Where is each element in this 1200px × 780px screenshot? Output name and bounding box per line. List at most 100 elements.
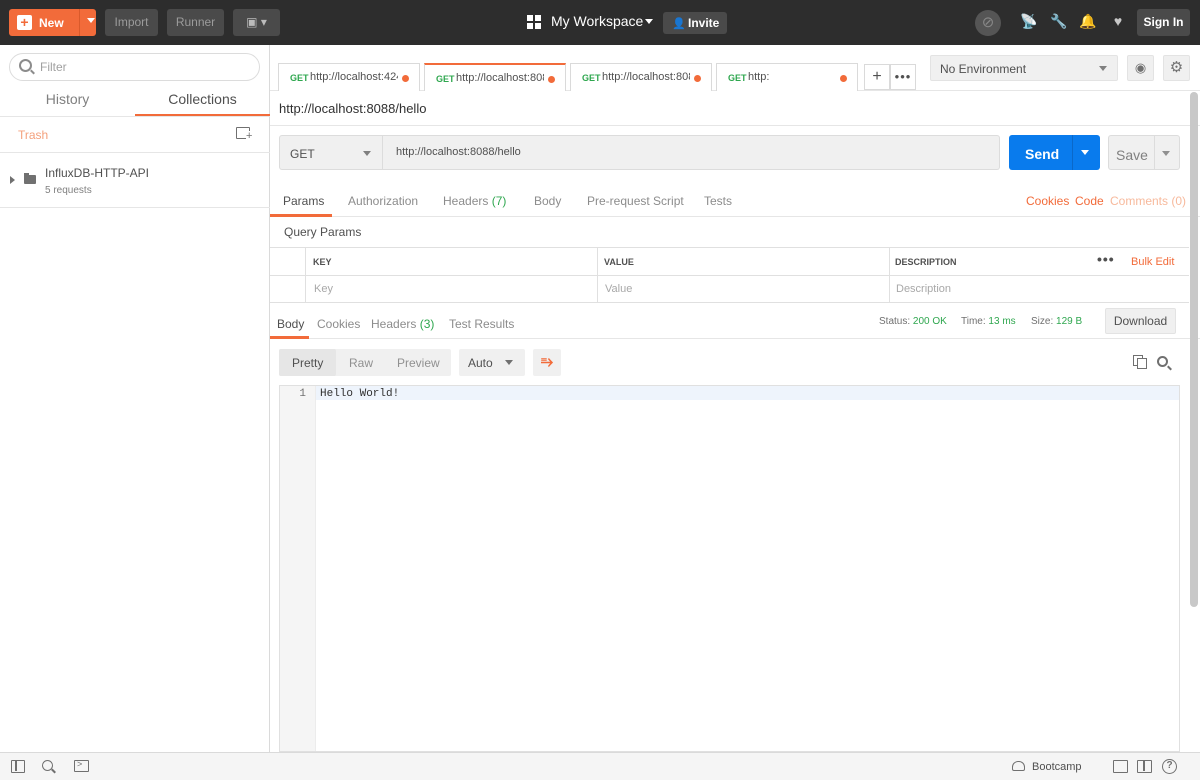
wrench-icon[interactable]: 🔧 [1050,13,1068,30]
bootcamp-link[interactable]: Bootcamp [1032,761,1082,773]
tab-response-headers-label: Headers [371,317,417,331]
description-input[interactable]: Description [896,283,951,295]
column-divider [305,248,306,302]
tab-tests[interactable]: Tests [704,194,732,208]
help-icon[interactable]: ? [1162,759,1177,774]
new-window-button[interactable]: ▣ ▾ [233,9,280,36]
invite-button[interactable]: 👤 Invite [663,12,727,34]
satellite-icon[interactable]: 📡 [1020,13,1038,30]
workspace-grid-icon [527,15,541,29]
request-tab-active[interactable]: GET http://localhost:8088/hello [424,63,566,91]
tab-response-body[interactable]: Body [277,317,304,331]
unsaved-dot-icon [694,75,701,82]
headers-count-badge: (3) [419,317,435,331]
size-value: 129 B [1056,316,1083,327]
new-collection-icon[interactable] [236,127,253,141]
trash-link[interactable]: Trash [18,128,48,142]
tab-headers[interactable]: Headers (7) [443,194,506,208]
import-button[interactable]: Import [105,9,158,36]
preview-button[interactable]: Preview [397,356,440,370]
single-pane-icon[interactable] [1113,760,1128,773]
add-tab-button[interactable]: + [864,64,890,90]
request-tab[interactable]: GET http://localhost:4242 [278,63,420,91]
tab-response-headers[interactable]: Headers (3) [371,317,434,331]
plus-icon: + [17,15,32,30]
request-tab[interactable]: GET http://localhost:8086 [570,63,712,91]
send-button[interactable]: Send [1009,135,1100,170]
collection-item[interactable]: InfluxDB-HTTP-API 5 requests [0,153,270,208]
save-button-label: Save [1116,147,1148,163]
bell-icon[interactable]: 🔔 [1079,13,1097,30]
gear-icon: ⚙ [1169,59,1184,76]
chevron-down-icon[interactable] [87,18,95,23]
active-tab-indicator [270,336,309,339]
response-body-editor[interactable]: 1 Hello World! [279,385,1180,752]
bootcamp-icon[interactable] [1012,761,1025,771]
environment-quick-look-button[interactable]: ◉ [1127,55,1154,81]
toggle-sidebar-icon[interactable] [11,760,25,773]
sidebar: History Collections Trash InfluxDB-HTTP-… [0,45,270,752]
tab-url: http://localhost:4242 [310,71,398,83]
filter-input[interactable] [40,60,240,74]
tab-method: GET [436,74,455,84]
line-number-gutter: 1 [280,386,316,751]
tab-response-cookies[interactable]: Cookies [317,317,360,331]
more-icon[interactable]: ••• [1097,251,1115,267]
query-params-title: Query Params [284,225,362,239]
postman-window: + New Import Runner ▣ ▾ My Workspace 👤 I… [0,0,1200,780]
tab-headers-label: Headers [443,194,489,208]
sign-in-button[interactable]: Sign In [1137,9,1190,36]
params-table: KEY VALUE DESCRIPTION ••• Bulk Edit Key … [270,247,1189,303]
save-button[interactable]: Save [1108,135,1180,170]
new-button[interactable]: + New [9,9,96,36]
active-tab-indicator [270,214,332,217]
wrap-lines-button[interactable]: ⥱ [533,349,561,376]
chevron-right-icon[interactable] [10,176,15,184]
search-icon[interactable] [1157,356,1168,367]
chevron-down-icon [1099,66,1107,71]
tab-params[interactable]: Params [283,194,324,208]
method-select[interactable]: GET [279,135,383,170]
download-button[interactable]: Download [1105,308,1176,334]
tab-authorization[interactable]: Authorization [348,194,418,208]
tab-body[interactable]: Body [534,194,561,208]
find-replace-icon[interactable] [42,760,53,771]
request-tab-bar: GET http://localhost:4242 GET http://loc… [270,45,920,91]
tab-options-button[interactable]: ••• [890,64,916,90]
tab-pre-request-script[interactable]: Pre-request Script [587,194,684,208]
key-input[interactable]: Key [314,283,333,295]
unsaved-dot-icon [840,75,847,82]
comments-link[interactable]: Comments (0) [1110,194,1186,208]
runner-button[interactable]: Runner [167,9,224,36]
invite-button-label: Invite [688,16,720,30]
column-header-description: DESCRIPTION [895,257,957,267]
scrollbar[interactable] [1190,92,1198,607]
unsaved-dot-icon [402,75,409,82]
search-icon [19,59,32,72]
tab-url: http: [748,71,770,83]
language-select[interactable]: Auto [459,349,525,376]
value-input[interactable]: Value [605,283,632,295]
status-info: Status: 200 OK [879,316,947,327]
environment-select[interactable]: No Environment [930,55,1118,81]
tab-test-results[interactable]: Test Results [449,317,514,331]
tab-collections[interactable]: Collections [135,91,270,117]
chevron-down-icon[interactable] [1081,150,1089,155]
sync-status-icon[interactable]: ⊘ [975,10,1001,36]
manage-environments-button[interactable]: ⚙ [1163,55,1190,81]
code-link[interactable]: Code [1075,194,1104,208]
pretty-button[interactable]: Pretty [292,356,323,370]
cookies-link[interactable]: Cookies [1026,194,1069,208]
two-pane-icon[interactable] [1137,760,1152,773]
raw-button[interactable]: Raw [349,356,373,370]
console-icon[interactable] [74,759,89,772]
tab-url: http://localhost:8086 [602,71,690,83]
unsaved-dot-icon [548,76,555,83]
bulk-edit-link[interactable]: Bulk Edit [1131,256,1174,268]
url-input[interactable] [396,146,976,158]
chevron-down-icon[interactable] [1162,151,1170,156]
copy-icon[interactable] [1133,355,1147,369]
heart-icon[interactable]: ♥ [1109,13,1127,29]
tab-history[interactable]: History [0,91,135,117]
request-tab[interactable]: GET http: [716,63,858,91]
